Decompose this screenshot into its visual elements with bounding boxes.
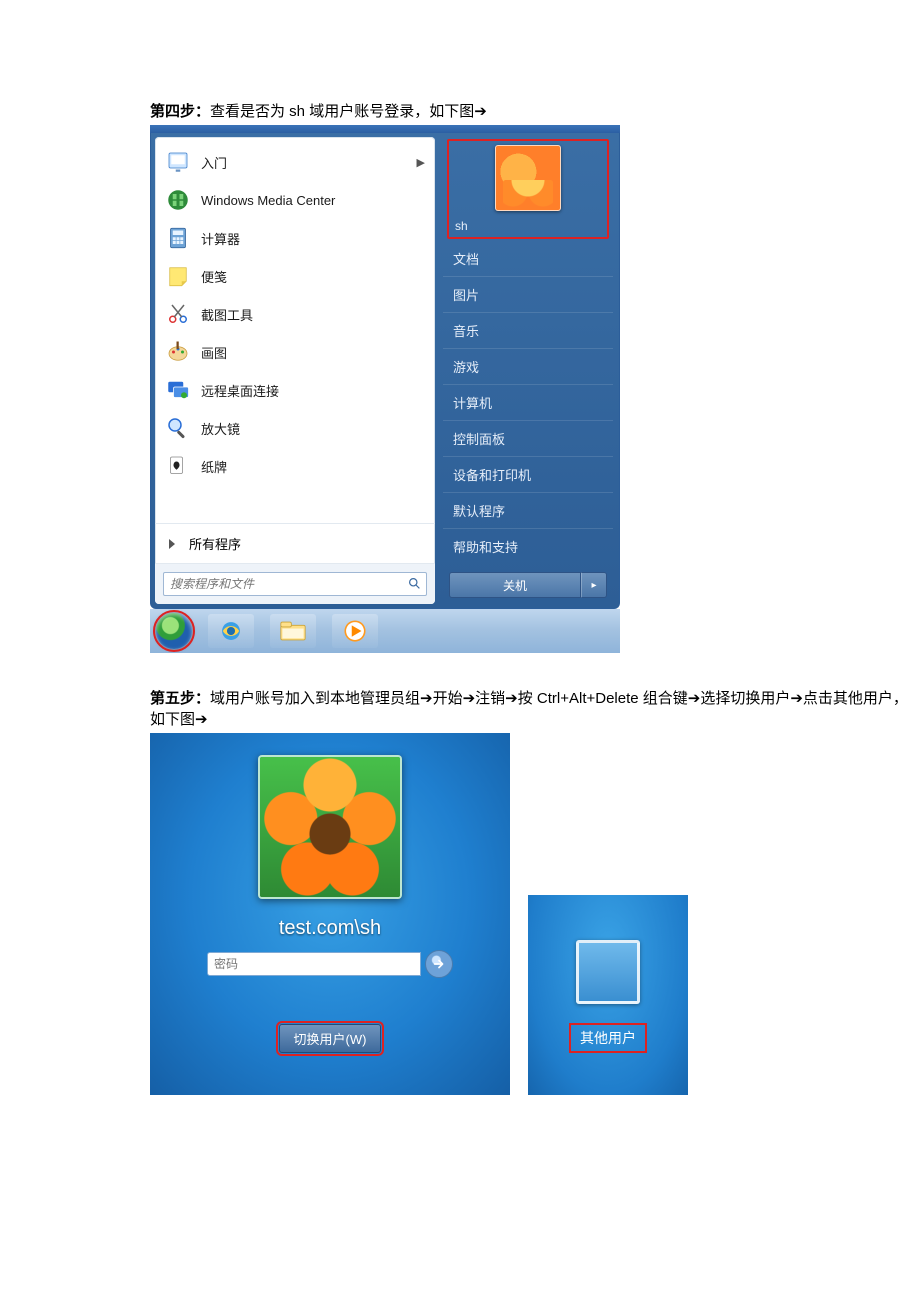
start-menu-screenshot: 入门▶ Windows Media Center 计算器便笺截图工具画图远程桌面连接… <box>150 125 620 653</box>
step4-prefix: 第四步： <box>150 103 210 120</box>
step5-prefix: 第五步： <box>150 690 210 707</box>
program-item[interactable]: 截图工具 <box>157 295 433 333</box>
wmc-icon <box>165 187 191 213</box>
all-programs[interactable]: 所有程序 <box>155 523 435 563</box>
taskbar-explorer[interactable] <box>270 614 316 648</box>
program-label: 纸牌 <box>201 457 425 476</box>
program-item[interactable]: Windows Media Center <box>157 181 433 219</box>
startmenu-right-link[interactable]: 图片 <box>443 276 613 312</box>
step5-caption: 第五步：域用户账号加入到本地管理员组➔开始➔注销➔按 Ctrl+Alt+Dele… <box>0 687 920 733</box>
program-item[interactable]: 画图 <box>157 333 433 371</box>
sticky-notes-icon <box>165 263 191 289</box>
username-label: sh <box>455 219 468 233</box>
program-item[interactable]: 纸牌 <box>157 447 433 485</box>
taskbar <box>150 609 620 653</box>
start-orb[interactable] <box>156 613 192 649</box>
switch-user-button[interactable]: 切换用户(W) <box>279 1024 382 1053</box>
all-programs-label: 所有程序 <box>189 534 241 553</box>
startmenu-right-link[interactable]: 计算机 <box>443 384 613 420</box>
step4-text: 查看是否为 sh 域用户账号登录，如下图➔ <box>210 103 487 120</box>
program-item[interactable]: 入门▶ <box>157 143 433 181</box>
start-menu-left: 入门▶ Windows Media Center 计算器便笺截图工具画图远程桌面连接… <box>155 137 435 604</box>
program-label: Windows Media Center <box>201 193 425 208</box>
step4-caption: 第四步：查看是否为 sh 域用户账号登录，如下图➔ <box>0 100 920 125</box>
program-item[interactable]: 远程桌面连接 <box>157 371 433 409</box>
other-user-tile[interactable] <box>576 940 640 1004</box>
chevron-right-icon: ▶ <box>417 156 425 169</box>
solitaire-icon <box>165 453 191 479</box>
program-label: 便笺 <box>201 267 425 286</box>
login-screen: test.com\sh 切换用户(W) <box>150 733 510 1095</box>
program-label: 计算器 <box>201 229 425 248</box>
paint-icon <box>165 339 191 365</box>
login-username: test.com\sh <box>279 917 381 940</box>
program-item[interactable]: 计算器 <box>157 219 433 257</box>
startmenu-right-link[interactable]: 默认程序 <box>443 492 613 528</box>
login-submit-button[interactable] <box>425 950 453 978</box>
shutdown-options-button[interactable]: ▸ <box>581 572 607 598</box>
magnifier-icon <box>165 415 191 441</box>
program-label: 画图 <box>201 343 425 362</box>
rdp-icon <box>165 377 191 403</box>
startmenu-right-link[interactable]: 控制面板 <box>443 420 613 456</box>
search-input[interactable] <box>163 572 427 596</box>
other-user-label[interactable]: 其他用户 <box>572 1026 644 1050</box>
calculator-icon <box>165 225 191 251</box>
snipping-tool-icon <box>165 301 191 327</box>
other-user-panel: 其他用户 <box>528 895 688 1095</box>
startmenu-right-link[interactable]: 音乐 <box>443 312 613 348</box>
start-menu-right: sh 文档图片音乐游戏计算机控制面板设备和打印机默认程序帮助和支持 关机 ▸ <box>439 133 617 608</box>
program-label: 入门 <box>201 153 417 172</box>
user-tile-highlight: sh <box>447 139 609 239</box>
user-avatar[interactable] <box>495 145 561 211</box>
program-label: 远程桌面连接 <box>201 381 425 400</box>
shutdown-button[interactable]: 关机 <box>449 572 581 598</box>
taskbar-wmp[interactable] <box>332 614 378 648</box>
startmenu-right-link[interactable]: 文档 <box>443 245 613 276</box>
startmenu-right-link[interactable]: 设备和打印机 <box>443 456 613 492</box>
program-label: 截图工具 <box>201 305 425 324</box>
step5-text: 域用户账号加入到本地管理员组➔开始➔注销➔按 Ctrl+Alt+Delete 组… <box>150 690 908 728</box>
startmenu-right-link[interactable]: 游戏 <box>443 348 613 384</box>
taskbar-ie[interactable] <box>208 614 254 648</box>
getting-started-icon <box>165 149 191 175</box>
password-input[interactable] <box>207 952 421 976</box>
login-avatar <box>258 755 402 899</box>
flower-icon <box>260 757 400 897</box>
program-label: 放大镜 <box>201 419 425 438</box>
chevron-right-icon <box>169 539 175 549</box>
startmenu-right-link[interactable]: 帮助和支持 <box>443 528 613 564</box>
program-item[interactable]: 放大镜 <box>157 409 433 447</box>
program-item[interactable]: 便笺 <box>157 257 433 295</box>
